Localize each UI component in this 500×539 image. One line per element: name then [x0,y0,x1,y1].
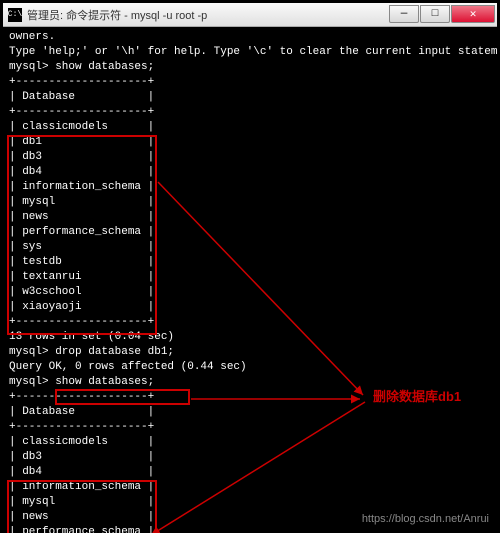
term-line: mysql> show databases; [9,375,491,390]
term-line: | mysql | [9,195,491,210]
minimize-button[interactable]: — [389,5,419,23]
term-line: 13 rows in set (0.04 sec) [9,330,491,345]
maximize-button[interactable]: □ [420,5,450,23]
term-line: | information_schema | [9,180,491,195]
term-line: | xiaoyaoji | [9,300,491,315]
titlebar[interactable]: C:\ 管理员: 命令提示符 - mysql -u root -p — □ ✕ [3,3,497,27]
term-line: | information_schema | [9,480,491,495]
term-line: mysql> show databases; [9,60,491,75]
term-line: +--------------------+ [9,75,491,90]
term-line: owners. [9,30,491,45]
watermark: https://blog.csdn.net/Anrui [362,512,489,527]
term-line: +--------------------+ [9,105,491,120]
term-line: | db3 | [9,150,491,165]
term-line: | news | [9,210,491,225]
term-line: mysql> drop database db1; [9,345,491,360]
term-line: | testdb | [9,255,491,270]
term-line: | textanrui | [9,270,491,285]
term-line: | db3 | [9,450,491,465]
term-line: | performance_schema | [9,225,491,240]
term-line: | sys | [9,240,491,255]
term-line: | Database | [9,405,491,420]
term-line: | w3cschool | [9,285,491,300]
term-line: | classicmodels | [9,120,491,135]
term-line: | classicmodels | [9,435,491,450]
term-line: Query OK, 0 rows affected (0.44 sec) [9,360,491,375]
term-line: | Database | [9,90,491,105]
term-line: | mysql | [9,495,491,510]
term-line: | db4 | [9,465,491,480]
cmd-icon: C:\ [8,8,22,22]
term-line: | db4 | [9,165,491,180]
cmd-window: C:\ 管理员: 命令提示符 - mysql -u root -p — □ ✕ … [0,0,500,533]
term-line: Type 'help;' or '\h' for help. Type '\c'… [9,45,491,60]
window-buttons: — □ ✕ [388,5,495,25]
annotation-label: 删除数据库db1 [373,389,461,404]
close-button[interactable]: ✕ [451,5,495,23]
window-title: 管理员: 命令提示符 - mysql -u root -p [27,7,388,23]
term-line: +--------------------+ [9,315,491,330]
term-line: | db1 | [9,135,491,150]
terminal-area[interactable]: owners. Type 'help;' or '\h' for help. T… [3,27,497,533]
term-line: +--------------------+ [9,420,491,435]
